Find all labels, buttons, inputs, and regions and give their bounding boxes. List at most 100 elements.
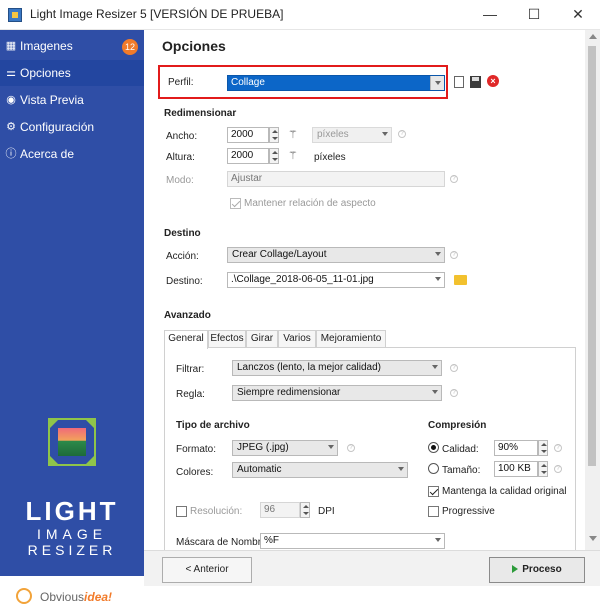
filter-select[interactable]: Lanczos (lento, la mejor calidad) xyxy=(232,360,442,376)
sidebar-item-imagenes[interactable]: ▦ Imagenes 12 xyxy=(0,33,144,59)
keep-quality-label: Mantenga la calidad original xyxy=(442,486,567,497)
advanced-heading: Avanzado xyxy=(164,310,211,321)
keep-aspect-label: Mantener relación de aspecto xyxy=(244,198,376,209)
destination-label: Destino: xyxy=(166,276,203,287)
width-stepper[interactable] xyxy=(269,127,279,143)
profile-label: Perfil: xyxy=(168,77,194,88)
help-icon[interactable]: ? xyxy=(450,251,458,259)
mode-select: Ajustar xyxy=(227,171,445,187)
chevron-down-icon[interactable] xyxy=(430,76,444,90)
image-count-badge: 12 xyxy=(122,39,138,55)
resolution-input: 96 xyxy=(260,502,300,518)
progressive-checkbox[interactable] xyxy=(428,506,439,517)
advanced-tabs: General Efectos Girar Varios Mejoramient… xyxy=(164,330,576,349)
delete-profile-icon[interactable]: × xyxy=(487,75,499,87)
profile-select[interactable]: Collage xyxy=(227,75,445,91)
destination-heading: Destino xyxy=(164,228,201,239)
help-icon[interactable]: ? xyxy=(554,465,562,473)
logo-text-resizer: RESIZER xyxy=(27,542,117,558)
scrollbar-thumb[interactable] xyxy=(588,46,596,466)
size-stepper[interactable] xyxy=(538,461,548,477)
footer-bar: < Anterior Proceso xyxy=(144,550,600,586)
height-stepper[interactable] xyxy=(269,148,279,164)
width-label: Ancho: xyxy=(166,131,198,142)
tab-general[interactable]: General xyxy=(164,330,208,349)
sidebar-item-label: Vista Previa xyxy=(20,93,84,107)
dpi-label: DPI xyxy=(318,506,335,517)
sidebar-item-label: Configuración xyxy=(20,120,95,134)
colors-label: Colores: xyxy=(176,467,214,478)
keep-quality-checkbox[interactable] xyxy=(428,486,439,497)
height-input[interactable]: 2000 xyxy=(227,148,269,164)
tab-girar[interactable]: Girar xyxy=(246,330,278,348)
resize-heading: Redimensionar xyxy=(164,108,237,119)
help-icon[interactable]: ? xyxy=(450,364,458,372)
rule-label: Regla: xyxy=(176,389,205,400)
new-profile-icon[interactable] xyxy=(454,76,464,88)
name-mask-input[interactable]: %F xyxy=(260,533,445,549)
process-button[interactable]: Proceso xyxy=(489,557,585,583)
size-radio[interactable] xyxy=(428,463,439,474)
sidebar-item-vista-previa[interactable]: ◉ Vista Previa xyxy=(0,87,144,113)
save-icon[interactable] xyxy=(470,76,481,88)
sidebar-item-label: Imagenes xyxy=(20,39,73,53)
action-select[interactable]: Crear Collage/Layout xyxy=(227,247,445,263)
tab-mejoramiento[interactable]: Mejoramiento xyxy=(316,330,386,348)
sidebar-item-label: Acerca de xyxy=(20,147,75,161)
logo-text-light: LIGHT xyxy=(25,496,119,526)
filetype-heading: Tipo de archivo xyxy=(176,420,250,431)
rule-select[interactable]: Siempre redimensionar xyxy=(232,385,442,401)
help-icon[interactable]: ? xyxy=(398,130,406,138)
app-icon xyxy=(8,8,22,22)
images-icon: ▦ xyxy=(5,40,17,52)
window-title: Light Image Resizer 5 [VERSIÓN DE PRUEBA… xyxy=(30,7,284,21)
close-button[interactable]: ✕ xyxy=(556,0,600,30)
folder-icon[interactable] xyxy=(454,275,467,285)
keep-aspect-checkbox xyxy=(230,198,241,209)
magic-wand-icon[interactable]: ⚚ xyxy=(288,128,298,141)
scroll-down-icon[interactable] xyxy=(589,536,597,541)
format-label: Formato: xyxy=(176,444,217,455)
compression-heading: Compresión xyxy=(428,420,487,431)
magic-wand-icon[interactable]: ⚚ xyxy=(288,149,298,162)
sidebar-item-opciones[interactable]: ⚌ Opciones xyxy=(0,60,144,86)
eye-icon: ◉ xyxy=(6,94,16,106)
quality-input[interactable]: 90% xyxy=(494,440,538,456)
destination-input[interactable]: .\Collage_2018-06-05_11-01.jpg xyxy=(227,272,445,288)
tab-efectos[interactable]: Efectos xyxy=(208,330,246,348)
brand-name: Obviousidea! xyxy=(40,590,113,604)
resolution-checkbox[interactable] xyxy=(176,506,187,517)
title-bar: Light Image Resizer 5 [VERSIÓN DE PRUEBA… xyxy=(0,0,600,30)
maximize-button[interactable]: ☐ xyxy=(512,0,556,30)
quality-radio[interactable] xyxy=(428,442,439,453)
progressive-label: Progressive xyxy=(442,506,495,517)
name-mask-label: Máscara de Nombre xyxy=(176,537,267,548)
colors-select[interactable]: Automatic xyxy=(232,462,408,478)
quality-stepper[interactable] xyxy=(538,440,548,456)
help-icon[interactable]: ? xyxy=(450,175,458,183)
brand-bar: Obviousidea! xyxy=(0,576,144,616)
options-panel: Opciones Perfil: Collage × Redimensionar… xyxy=(144,30,600,586)
help-icon[interactable]: ? xyxy=(347,444,355,452)
help-icon[interactable]: ? xyxy=(450,389,458,397)
format-select[interactable]: JPEG (.jpg) xyxy=(232,440,338,456)
sidebar-item-configuracion[interactable]: ⚙ Configuración xyxy=(0,114,144,140)
sliders-icon: ⚌ xyxy=(6,67,16,79)
action-label: Acción: xyxy=(166,251,199,262)
sidebar: ▦ Imagenes 12 ⚌ Opciones ◉ Vista Previa … xyxy=(0,30,144,616)
width-input[interactable]: 2000 xyxy=(227,127,269,143)
mode-label: Modo: xyxy=(166,175,194,186)
quality-label: Calidad: xyxy=(442,444,479,455)
play-icon xyxy=(512,565,519,574)
tab-varios[interactable]: Varios xyxy=(278,330,316,348)
size-input[interactable]: 100 KB xyxy=(494,461,538,477)
size-label: Tamaño: xyxy=(442,465,481,476)
help-icon[interactable]: ? xyxy=(554,444,562,452)
scroll-up-icon[interactable] xyxy=(589,34,597,39)
sidebar-item-label: Opciones xyxy=(20,66,71,80)
minimize-button[interactable]: — xyxy=(468,0,512,30)
unit-select: píxeles xyxy=(312,127,392,143)
previous-button[interactable]: < Anterior xyxy=(162,557,252,583)
filter-label: Filtrar: xyxy=(176,364,205,375)
sidebar-item-acerca-de[interactable]: ⓘ Acerca de xyxy=(0,141,144,167)
